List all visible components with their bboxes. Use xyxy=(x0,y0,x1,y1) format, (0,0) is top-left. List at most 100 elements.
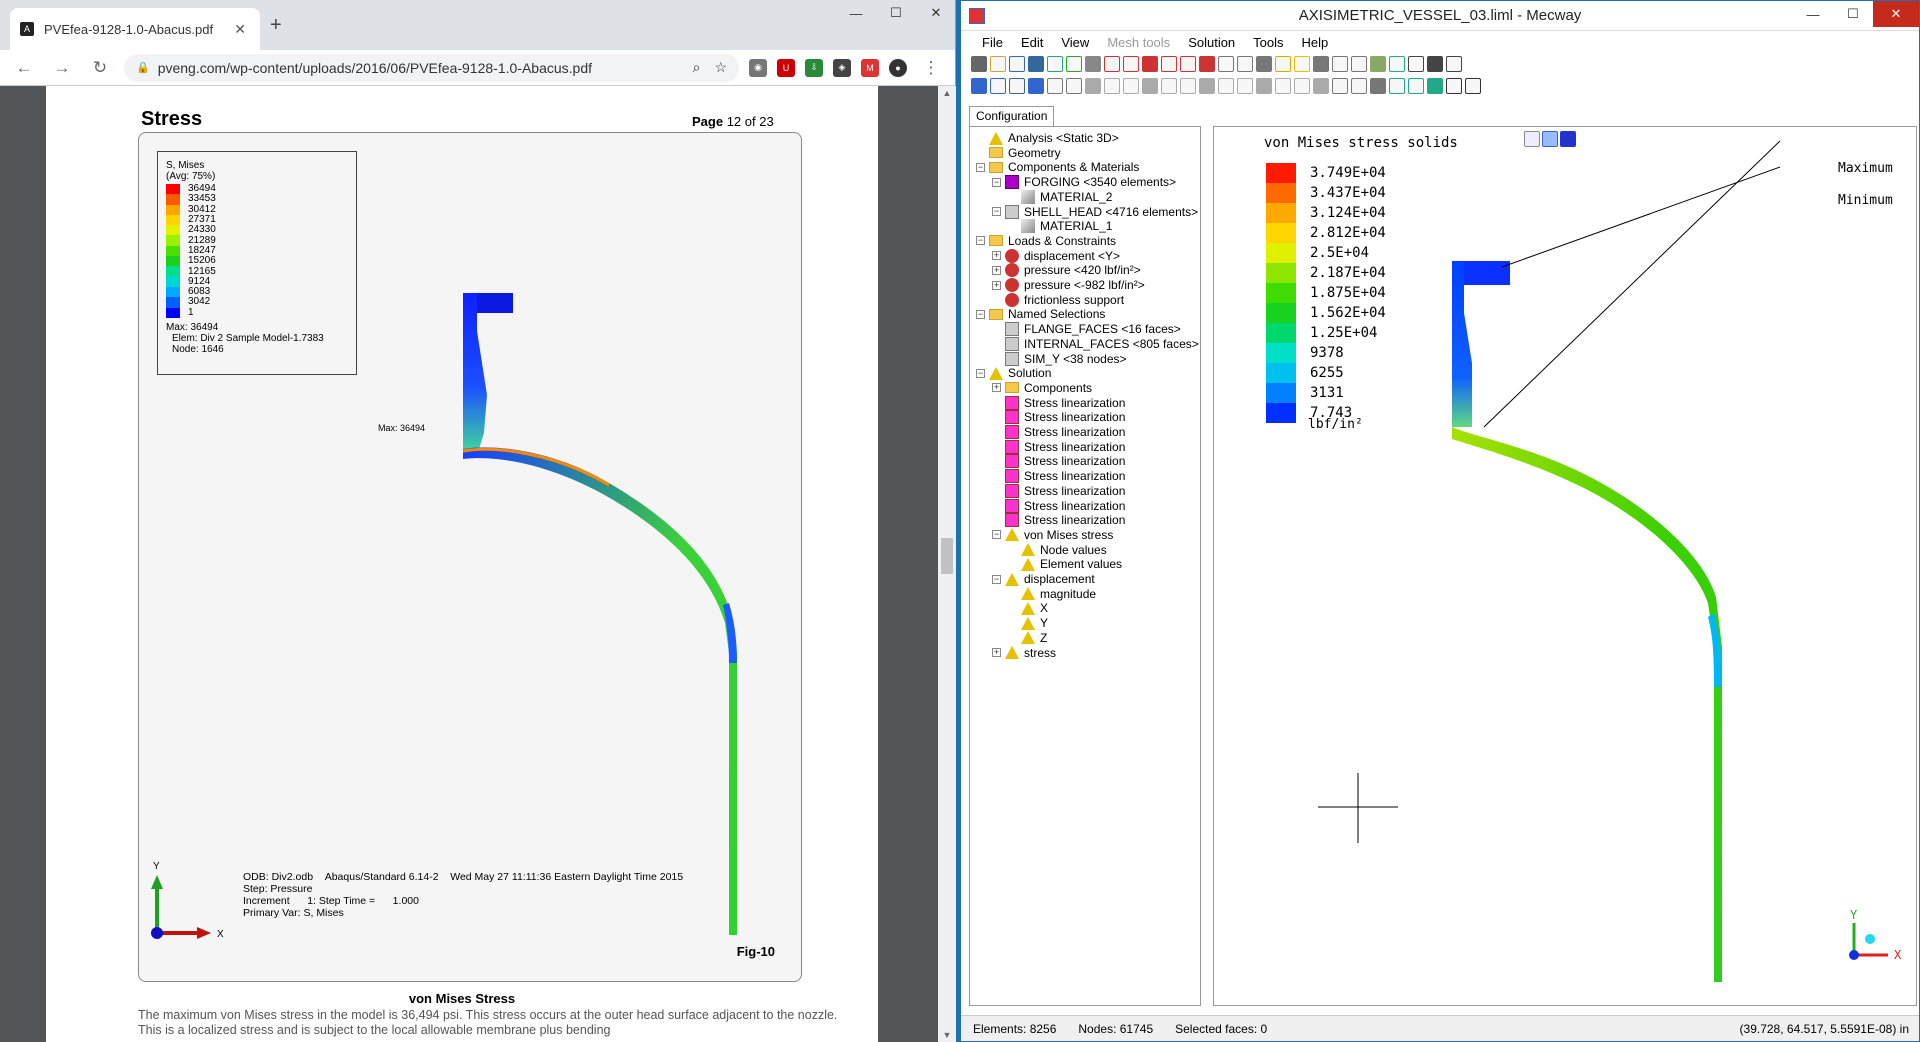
collapse-icon[interactable]: − xyxy=(992,207,1001,216)
collapse-icon[interactable]: − xyxy=(992,574,1001,584)
toolbar-button-icon[interactable] xyxy=(1047,78,1063,94)
toolbar-button-icon[interactable] xyxy=(1009,78,1025,94)
toolbar-button-icon[interactable] xyxy=(1389,78,1405,94)
toolbar-button-icon[interactable] xyxy=(1066,78,1082,94)
toolbar-button-icon[interactable] xyxy=(1123,56,1139,72)
toolbar-button-icon[interactable] xyxy=(1142,78,1158,94)
toolbar-button-icon[interactable] xyxy=(1104,56,1120,72)
toolbar-button-icon[interactable] xyxy=(1427,56,1443,72)
scroll-up-icon[interactable]: ▲ xyxy=(938,88,956,98)
back-icon[interactable]: ← xyxy=(10,58,38,78)
minimize-button[interactable]: — xyxy=(836,0,876,26)
omnibox[interactable]: 🔒 pveng.com/wp-content/uploads/2016/06/P… xyxy=(124,53,739,82)
toolbar-button-icon[interactable] xyxy=(1104,78,1120,94)
ublock-extension-icon[interactable]: U xyxy=(777,58,795,77)
collapse-icon[interactable]: − xyxy=(992,177,1001,187)
expand-icon[interactable]: + xyxy=(992,251,1001,261)
toolbar-button-icon[interactable] xyxy=(1351,78,1367,94)
mecway-maximize-button[interactable]: ☐ xyxy=(1833,1,1873,27)
toolbar-button-icon[interactable] xyxy=(1180,78,1196,94)
toolbar-button-icon[interactable] xyxy=(1313,78,1329,94)
menu-edit[interactable]: Edit xyxy=(1012,35,1052,50)
expand-icon[interactable]: + xyxy=(992,648,1001,657)
toolbar-button-icon[interactable] xyxy=(1465,78,1481,94)
toolbar-button-icon[interactable] xyxy=(1028,78,1044,94)
toolbar-button-icon[interactable] xyxy=(1218,56,1234,72)
toolbar-button-icon[interactable] xyxy=(1408,56,1424,72)
profile-avatar[interactable]: ● xyxy=(889,58,907,77)
tab-configuration[interactable]: Configuration xyxy=(969,106,1055,126)
new-tab-button[interactable]: + xyxy=(270,14,282,37)
expand-icon[interactable]: + xyxy=(992,383,1001,393)
maximize-button[interactable]: ☐ xyxy=(876,0,916,26)
menu-kebab-icon[interactable]: ⋮ xyxy=(917,58,945,78)
tree-item[interactable]: + stress xyxy=(992,644,1056,662)
toolbar-button-icon[interactable] xyxy=(1427,78,1443,94)
toolbar-button-icon[interactable] xyxy=(1446,56,1462,72)
tab-pdf[interactable]: A PVEfea-9128-1.0-Abacus.pdf ✕ xyxy=(10,8,260,50)
toolbar-button-icon[interactable] xyxy=(990,56,1006,72)
toolbar-button-icon[interactable] xyxy=(1047,56,1063,72)
expand-icon[interactable]: + xyxy=(992,280,1001,290)
download-extension-icon[interactable]: ⇩ xyxy=(805,58,823,77)
toolbar-button-icon[interactable] xyxy=(1256,56,1272,72)
toolbar-button-icon[interactable] xyxy=(1294,78,1310,94)
toolbar-button-icon[interactable] xyxy=(1161,56,1177,72)
mecway-close-button[interactable]: ✕ xyxy=(1873,1,1919,27)
toolbar-button-icon[interactable] xyxy=(1009,56,1025,72)
toolbar-button-icon[interactable] xyxy=(1408,78,1424,94)
forward-icon[interactable]: → xyxy=(48,58,76,78)
toolbar-button-icon[interactable] xyxy=(971,56,987,72)
mecway-minimize-button[interactable]: — xyxy=(1793,1,1833,27)
menu-tools[interactable]: Tools xyxy=(1244,35,1292,50)
scroll-down-icon[interactable]: ▼ xyxy=(938,1030,956,1040)
toolbar-button-icon[interactable] xyxy=(1085,78,1101,94)
toolbar-button-icon[interactable] xyxy=(1313,56,1329,72)
zoom-icon[interactable]: ⌕ xyxy=(693,59,701,76)
toolbar-button-icon[interactable] xyxy=(1180,56,1196,72)
toolbar-button-icon[interactable] xyxy=(1389,56,1405,72)
toolbar-button-icon[interactable] xyxy=(1332,56,1348,72)
toolbar-button-icon[interactable] xyxy=(1161,78,1177,94)
extension-icon[interactable]: ◉ xyxy=(749,58,767,77)
toolbar-button-icon[interactable] xyxy=(1370,56,1386,72)
toolbar-button-icon[interactable] xyxy=(1123,78,1139,94)
toolbar-button-icon[interactable] xyxy=(1275,56,1291,72)
menu-mesh-tools[interactable]: Mesh tools xyxy=(1098,35,1179,50)
toolbar-button-icon[interactable] xyxy=(1237,56,1253,72)
toolbar-button-icon[interactable] xyxy=(1351,56,1367,72)
collapse-icon[interactable]: − xyxy=(976,368,985,378)
toolbar-button-icon[interactable] xyxy=(1218,78,1234,94)
bookmark-star-icon[interactable]: ☆ xyxy=(714,59,727,76)
toolbar-button-icon[interactable] xyxy=(1332,78,1348,94)
collapse-icon[interactable]: − xyxy=(976,162,985,172)
toolbar-button-icon[interactable] xyxy=(1199,78,1215,94)
toolbar-button-icon[interactable] xyxy=(1446,78,1462,94)
menu-help[interactable]: Help xyxy=(1293,35,1338,50)
collapse-icon[interactable]: − xyxy=(976,309,985,319)
toolbar-button-icon[interactable] xyxy=(971,78,987,94)
expand-icon[interactable]: + xyxy=(992,265,1001,275)
toolbar-button-icon[interactable] xyxy=(990,78,1006,94)
toolbar-button-icon[interactable] xyxy=(1085,56,1101,72)
tab-close-icon[interactable]: ✕ xyxy=(230,21,250,38)
menu-file[interactable]: File xyxy=(973,35,1012,50)
toolbar-button-icon[interactable] xyxy=(1275,78,1291,94)
toolbar-button-icon[interactable] xyxy=(1237,78,1253,94)
toolbar-button-icon[interactable] xyxy=(1294,56,1310,72)
toolbar-button-icon[interactable] xyxy=(1370,78,1386,94)
toolbar-button-icon[interactable] xyxy=(1028,56,1044,72)
toolbar-button-icon[interactable] xyxy=(1142,56,1158,72)
scroll-thumb[interactable] xyxy=(941,538,953,574)
collapse-icon[interactable]: − xyxy=(976,236,985,246)
shield-extension-icon[interactable]: ◈ xyxy=(833,58,851,77)
menu-view[interactable]: View xyxy=(1052,35,1098,50)
pdf-scrollbar[interactable]: ▲ ▼ xyxy=(938,86,956,1042)
toolbar-button-icon[interactable] xyxy=(1199,56,1215,72)
close-button[interactable]: ✕ xyxy=(916,0,956,26)
toolbar-button-icon[interactable] xyxy=(1256,78,1272,94)
toolbar-button-icon[interactable] xyxy=(1066,56,1082,72)
3d-viewport[interactable]: von Mises stress solids 3.749E+04 3.437E+… xyxy=(1213,126,1917,1006)
collapse-icon[interactable]: − xyxy=(992,530,1001,540)
menu-solution[interactable]: Solution xyxy=(1179,35,1244,50)
